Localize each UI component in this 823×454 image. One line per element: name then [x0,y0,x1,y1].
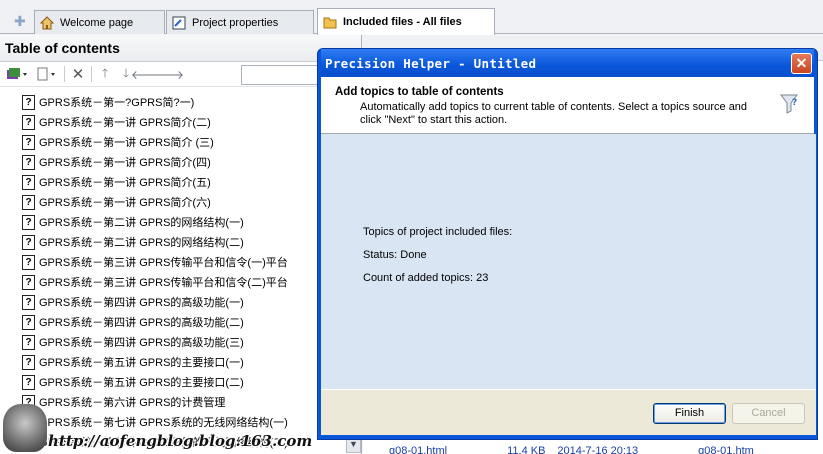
new-tab-icon[interactable]: ✚ [14,14,26,28]
dialog-description: Automatically add topics to current tabl… [360,101,748,126]
help-topic-icon: ? [22,374,35,390]
help-topic-icon: ? [22,294,35,310]
help-topic-icon: ? [22,314,35,330]
tab-included-files[interactable]: Included files - All files [317,8,495,35]
toc-item-label: GPRS系统－第六讲 GPRS的计费管理 [39,397,226,409]
toc-item-label: GPRS系统－第二讲 GPRS的网络结构(二) [39,237,244,249]
help-topic-icon: ? [22,194,35,210]
file-row[interactable]: g08-01.html 11.4 KB 2014-7-16 20:13 g08-… [369,445,823,454]
included-files-label: Topics of project included files: [363,226,513,238]
status-text: Status: Done [363,249,427,261]
toc-item[interactable]: ? GPRS系统－第一?GPRS简?一) [0,92,362,112]
toc-item-label: GPRS系统－第一讲 GPRS简介(六) [39,197,211,209]
dialog-heading: Add topics to table of contents [335,86,504,98]
tab-welcome-page[interactable]: Welcome page [34,10,165,34]
toc-item[interactable]: ? GPRS系统－第三讲 GPRS传输平台和信令(一)平台 [0,252,362,272]
toc-list: ? GPRS系统－第一?GPRS简?一)? GPRS系统－第一讲 GPRS简介(二)… [0,92,362,452]
file-name: g08-01.html [389,445,448,454]
dialog-header: Add topics to table of contents Automati… [321,77,814,134]
help-topic-icon: ? [22,334,35,350]
help-topic-icon: ? [22,254,35,270]
toc-item-label: GPRS系统－第五讲 GPRS的主要接口(一) [39,357,244,369]
toc-item[interactable]: ? GPRS系统－第三讲 GPRS传输平台和信令(二)平台 [0,272,362,292]
dialog-titlebar[interactable]: Precision Helper - Untitled ✕ [321,49,814,77]
help-topic-icon: ? [22,114,35,130]
precision-helper-dialog: Precision Helper - Untitled ✕ Add topics… [317,48,818,440]
toc-item[interactable]: ? GPRS系统－第六讲 GPRS的计费管理 [0,392,362,412]
toc-item[interactable]: ? GPRS系统－第一讲 GPRS简介(二) [0,112,362,132]
help-topic-icon: ? [22,154,35,170]
move-right-icon[interactable]: 🡒 [152,66,184,82]
toc-item-label: GPRS系统－第四讲 GPRS的高级功能(一) [39,297,244,309]
toc-item[interactable]: ? GPRS系统－第一讲 GPRS简介 (三) [0,132,362,152]
toolbar-divider [64,66,65,82]
toc-item[interactable]: ?GPRS系统－第七讲 GPRS系统的无线网络结构(一) [0,412,362,432]
add-topic-icon[interactable] [4,66,30,82]
toc-item-label: GPRS系统－第三讲 GPRS传输平台和信令(二)平台 [39,277,288,289]
tab-project-properties[interactable]: Project properties [166,10,314,34]
table-of-contents-pane: Table of contents ✕ 🡑 🡓 🡐 🡒 ? GPRS系统－第一?G… [0,35,362,454]
close-icon[interactable]: ✕ [791,52,812,74]
home-icon [39,15,55,31]
svg-text:?: ? [792,98,797,108]
file-date: 2014-7-16 20:13 [557,445,639,454]
toc-item-label: GPRS系统－第三讲 GPRS传输平台和信令(一)平台 [39,257,288,269]
dialog-title: Precision Helper - Untitled [325,55,537,71]
toolbar-divider [91,66,92,82]
toc-item-label: GPRS系统－第二讲 GPRS的网络结构(一) [39,217,244,229]
watermark-text: http://aofengblog.blog.163.com [48,432,313,450]
folder-icon [322,14,338,30]
toc-item[interactable]: ? GPRS系统－第一讲 GPRS简介(五) [0,172,362,192]
pane-title: Table of contents [0,35,361,62]
move-up-icon[interactable]: 🡑 [97,66,113,82]
wolf-avatar-image [3,404,47,452]
toc-item[interactable]: ? GPRS系统－第一讲 GPRS简介(六) [0,192,362,212]
cancel-button[interactable]: Cancel [732,403,805,424]
filter-help-icon: ? [780,93,802,117]
toc-item-label: GPRS系统－第七讲 GPRS系统的无线网络结构(一) [39,417,288,429]
toc-item-label: GPRS系统－第一讲 GPRS简介 (三) [39,137,214,149]
dialog-footer: Finish Cancel [321,389,816,435]
toc-item-label: GPRS系统－第五讲 GPRS的主要接口(二) [39,377,244,389]
help-topic-icon: ? [22,354,35,370]
tab-bar: ✚ Welcome page Project properties Includ… [0,0,823,35]
toc-item-label: GPRS系统－第一讲 GPRS简介(四) [39,157,211,169]
help-topic-icon: ? [22,174,35,190]
finish-button[interactable]: Finish [653,403,726,424]
toc-item[interactable]: ? GPRS系统－第四讲 GPRS的高级功能(二) [0,312,362,332]
toc-item-label: GPRS系统－第四讲 GPRS的高级功能(三) [39,337,244,349]
help-topic-icon: ? [22,274,35,290]
toc-item-label: GPRS系统－第四讲 GPRS的高级功能(二) [39,317,244,329]
page-icon[interactable] [35,66,59,82]
properties-icon [171,15,187,31]
toc-item[interactable]: ? GPRS系统－第一讲 GPRS简介(四) [0,152,362,172]
toc-item-label: GPRS系统－第一讲 GPRS简介(二) [39,117,211,129]
dialog-content: Topics of project included files: Status… [321,134,816,389]
delete-icon[interactable]: ✕ [70,66,86,83]
toc-item-label: GPRS系统－第一?GPRS简?一) [39,97,195,109]
help-topic-icon: ? [22,134,35,150]
file-name-2: g08-01.htm [698,445,754,454]
help-topic-icon: ? [22,214,35,230]
dialog-body: Add topics to table of contents Automati… [321,77,816,435]
toc-item[interactable]: ? GPRS系统－第二讲 GPRS的网络结构(二) [0,232,362,252]
toc-item[interactable]: ? GPRS系统－第四讲 GPRS的高级功能(一) [0,292,362,312]
toc-item[interactable]: ? GPRS系统－第二讲 GPRS的网络结构(一) [0,212,362,232]
help-topic-icon: ? [22,94,35,110]
toc-item[interactable]: ? GPRS系统－第五讲 GPRS的主要接口(一) [0,352,362,372]
help-topic-icon: ? [22,234,35,250]
toc-item[interactable]: ? GPRS系统－第四讲 GPRS的高级功能(三) [0,332,362,352]
toc-item[interactable]: ? GPRS系统－第五讲 GPRS的主要接口(二) [0,372,362,392]
file-size: 11.4 KB [507,445,546,454]
toc-item-label: GPRS系统－第一讲 GPRS简介(五) [39,177,211,189]
added-topics-count: Count of added topics: 23 [363,272,489,284]
